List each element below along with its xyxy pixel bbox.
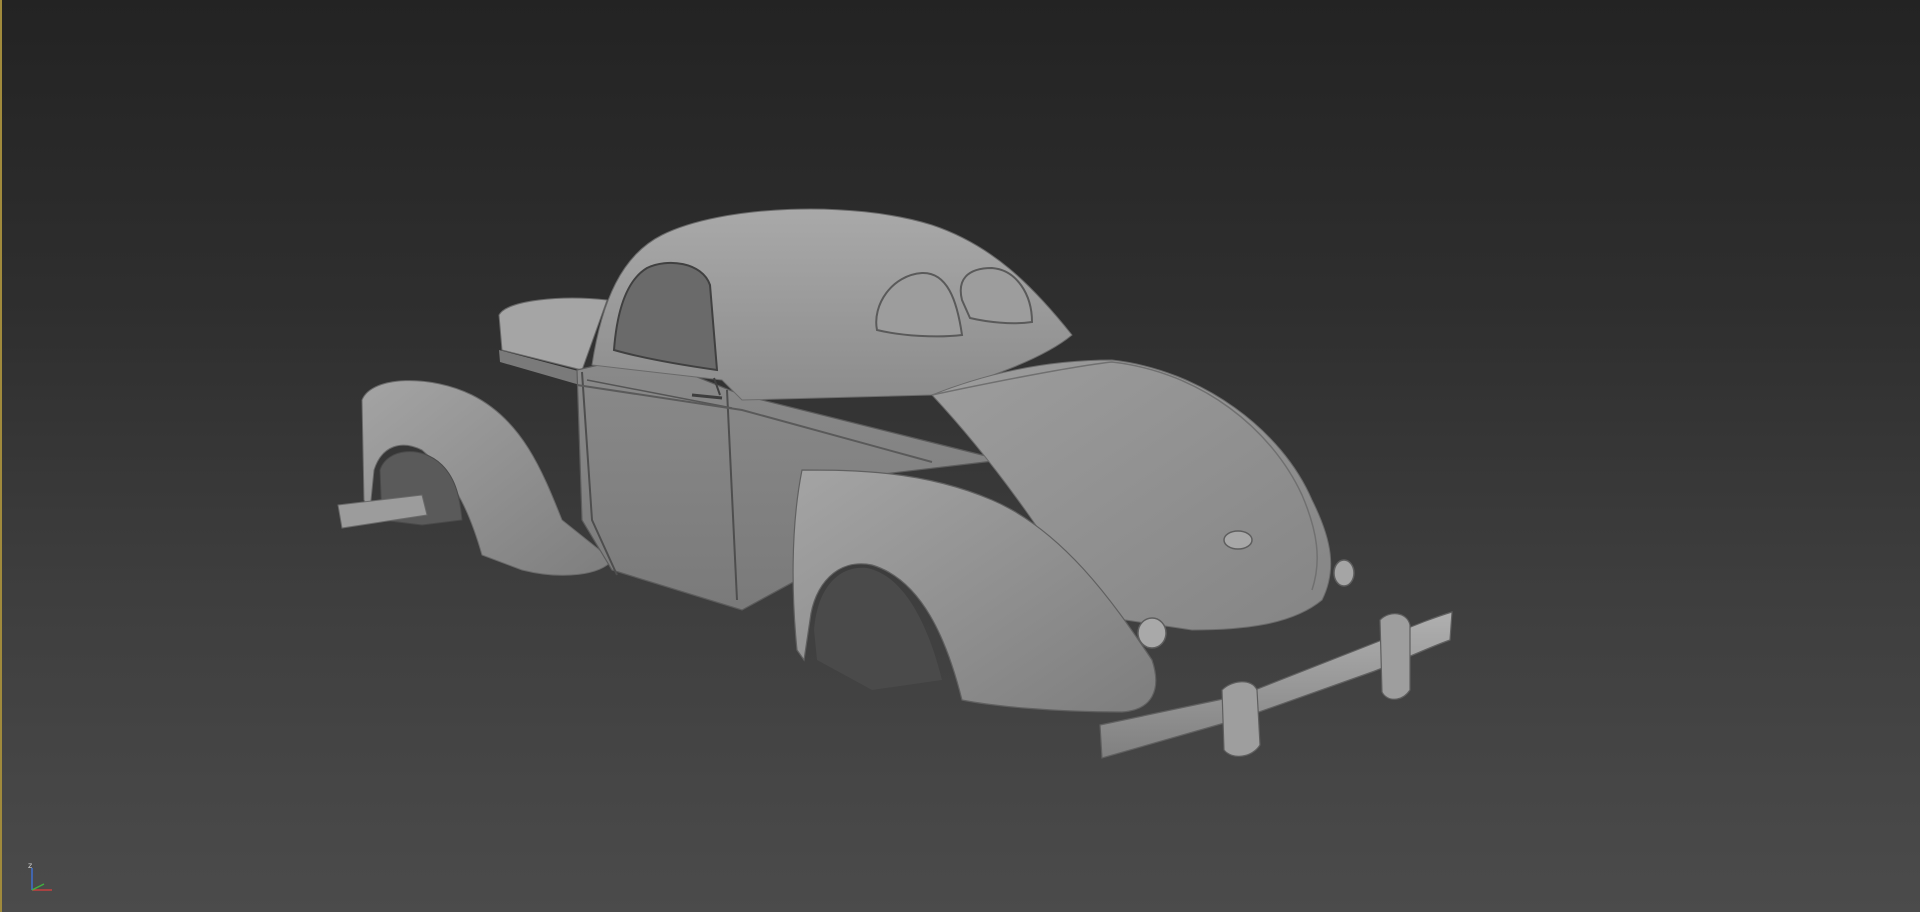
axis-z-label: z <box>28 861 32 870</box>
car-body-model[interactable] <box>2 0 1920 912</box>
perspective-viewport[interactable]: z <box>0 0 1920 912</box>
front-fender <box>337 380 613 576</box>
cabin-roof <box>591 208 1073 401</box>
axis-gizmo: z <box>28 861 52 891</box>
